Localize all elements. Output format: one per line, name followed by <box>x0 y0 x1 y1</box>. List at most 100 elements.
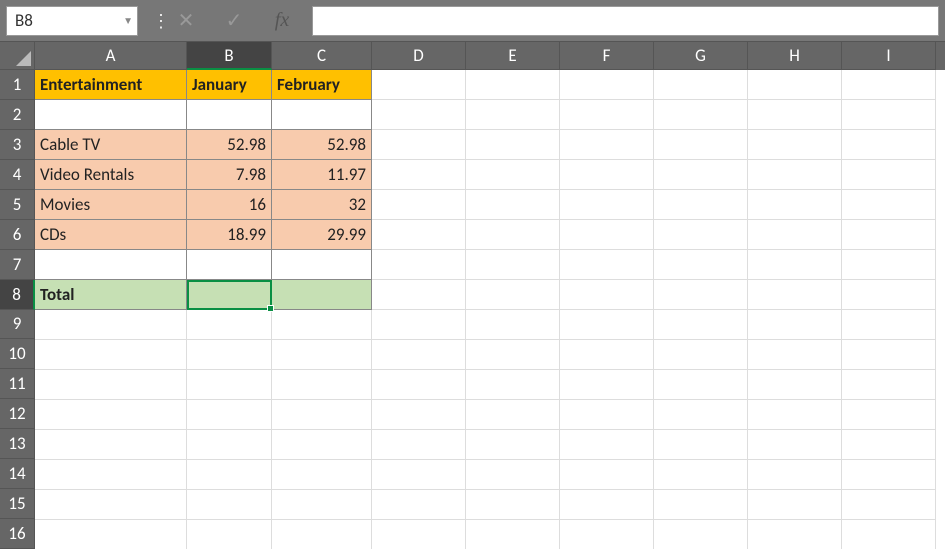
cell-E4[interactable] <box>466 160 560 190</box>
cell-D6[interactable] <box>372 220 466 250</box>
cell-A8[interactable]: Total <box>35 280 187 310</box>
cell-H1[interactable] <box>748 70 842 100</box>
row-header-10[interactable]: 10 <box>0 339 35 369</box>
cell-C2[interactable] <box>272 100 372 130</box>
cell-F2[interactable] <box>560 100 654 130</box>
cell-G16[interactable] <box>654 520 748 549</box>
cell-B13[interactable] <box>187 430 272 460</box>
cell-A9[interactable] <box>35 310 187 340</box>
row-header-8[interactable]: 8 <box>0 280 35 310</box>
cell-D16[interactable] <box>372 520 466 549</box>
row-header-9[interactable]: 9 <box>0 310 35 340</box>
cell-F7[interactable] <box>560 250 654 280</box>
cell-I2[interactable] <box>842 100 936 130</box>
cell-B11[interactable] <box>187 370 272 400</box>
row-header-1[interactable]: 1 <box>0 70 35 100</box>
cell-I10[interactable] <box>842 340 936 370</box>
name-box[interactable]: B8 ▼ <box>6 6 138 36</box>
row-header-3[interactable]: 3 <box>0 130 35 160</box>
row-header-12[interactable]: 12 <box>0 399 35 429</box>
cell-G10[interactable] <box>654 340 748 370</box>
cell-C15[interactable] <box>272 490 372 520</box>
cell-I7[interactable] <box>842 250 936 280</box>
cell-A4[interactable]: Video Rentals <box>35 160 187 190</box>
cell-I11[interactable] <box>842 370 936 400</box>
cell-B10[interactable] <box>187 340 272 370</box>
cell-C9[interactable] <box>272 310 372 340</box>
cell-D12[interactable] <box>372 400 466 430</box>
cell-D8[interactable] <box>372 280 466 310</box>
cell-B4[interactable]: 7.98 <box>187 160 272 190</box>
cell-E7[interactable] <box>466 250 560 280</box>
cell-B9[interactable] <box>187 310 272 340</box>
cell-H5[interactable] <box>748 190 842 220</box>
cell-E16[interactable] <box>466 520 560 549</box>
cell-A7[interactable] <box>35 250 187 280</box>
cell-E13[interactable] <box>466 430 560 460</box>
cell-G3[interactable] <box>654 130 748 160</box>
cell-B2[interactable] <box>187 100 272 130</box>
cell-H11[interactable] <box>748 370 842 400</box>
cell-H16[interactable] <box>748 520 842 549</box>
cell-F15[interactable] <box>560 490 654 520</box>
cell-H6[interactable] <box>748 220 842 250</box>
cell-C16[interactable] <box>272 520 372 549</box>
cell-B14[interactable] <box>187 460 272 490</box>
cell-A12[interactable] <box>35 400 187 430</box>
col-header-B[interactable]: B <box>187 42 272 70</box>
cell-D4[interactable] <box>372 160 466 190</box>
cell-A6[interactable]: CDs <box>35 220 187 250</box>
cell-G6[interactable] <box>654 220 748 250</box>
cell-B8[interactable] <box>187 280 272 310</box>
cell-A14[interactable] <box>35 460 187 490</box>
cell-F8[interactable] <box>560 280 654 310</box>
cell-E3[interactable] <box>466 130 560 160</box>
cell-F14[interactable] <box>560 460 654 490</box>
col-header-H[interactable]: H <box>748 42 842 70</box>
cell-H2[interactable] <box>748 100 842 130</box>
cell-D1[interactable] <box>372 70 466 100</box>
cell-G13[interactable] <box>654 430 748 460</box>
row-header-14[interactable]: 14 <box>0 459 35 489</box>
col-header-E[interactable]: E <box>466 42 560 70</box>
cell-C14[interactable] <box>272 460 372 490</box>
cell-G5[interactable] <box>654 190 748 220</box>
cell-A1[interactable]: Entertainment <box>35 70 187 100</box>
cell-E8[interactable] <box>466 280 560 310</box>
cell-G7[interactable] <box>654 250 748 280</box>
cell-F13[interactable] <box>560 430 654 460</box>
cell-I1[interactable] <box>842 70 936 100</box>
cell-A11[interactable] <box>35 370 187 400</box>
row-header-2[interactable]: 2 <box>0 100 35 130</box>
col-header-F[interactable]: F <box>560 42 654 70</box>
cell-C4[interactable]: 11.97 <box>272 160 372 190</box>
cell-I6[interactable] <box>842 220 936 250</box>
row-header-7[interactable]: 7 <box>0 250 35 280</box>
cell-C13[interactable] <box>272 430 372 460</box>
cell-I3[interactable] <box>842 130 936 160</box>
col-header-C[interactable]: C <box>272 42 372 70</box>
cell-G9[interactable] <box>654 310 748 340</box>
cell-I8[interactable] <box>842 280 936 310</box>
cell-I12[interactable] <box>842 400 936 430</box>
cell-D5[interactable] <box>372 190 466 220</box>
cell-G8[interactable] <box>654 280 748 310</box>
cell-F12[interactable] <box>560 400 654 430</box>
cell-A16[interactable] <box>35 520 187 549</box>
cell-C11[interactable] <box>272 370 372 400</box>
cell-D2[interactable] <box>372 100 466 130</box>
cell-A2[interactable] <box>35 100 187 130</box>
cell-C10[interactable] <box>272 340 372 370</box>
cell-H3[interactable] <box>748 130 842 160</box>
cell-D3[interactable] <box>372 130 466 160</box>
cell-C8[interactable] <box>272 280 372 310</box>
cell-E5[interactable] <box>466 190 560 220</box>
cell-I13[interactable] <box>842 430 936 460</box>
cell-H15[interactable] <box>748 490 842 520</box>
cell-B7[interactable] <box>187 250 272 280</box>
cell-G11[interactable] <box>654 370 748 400</box>
cell-A13[interactable] <box>35 430 187 460</box>
cell-H9[interactable] <box>748 310 842 340</box>
cell-F11[interactable] <box>560 370 654 400</box>
select-all-corner[interactable] <box>0 42 35 70</box>
